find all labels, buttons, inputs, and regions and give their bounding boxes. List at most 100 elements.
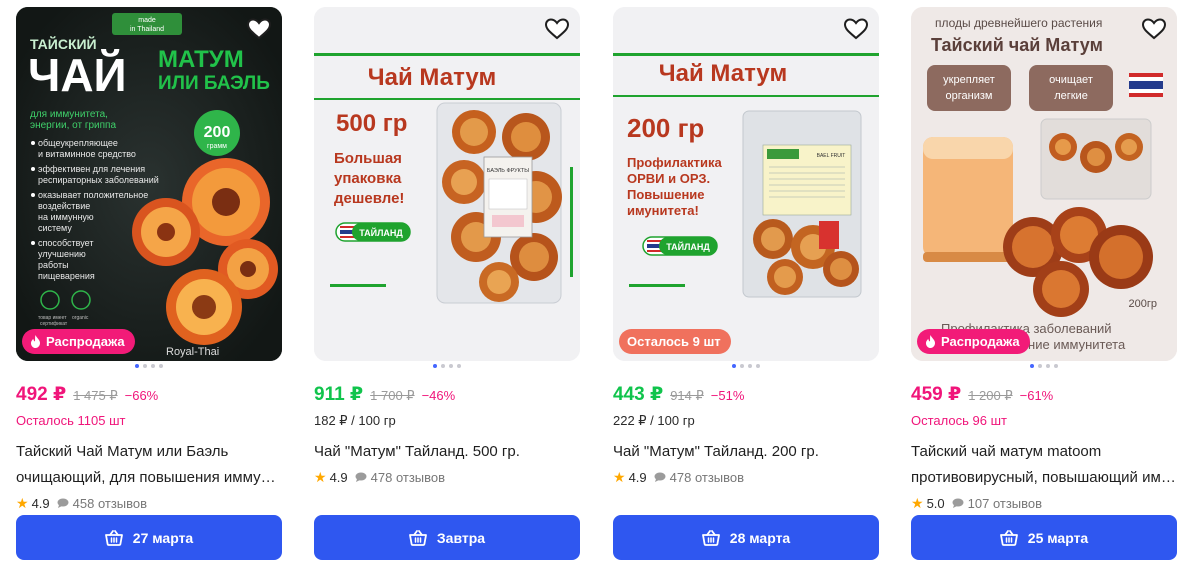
delivery-date: 27 марта	[132, 529, 194, 546]
discount: −66%	[124, 388, 159, 403]
product-photo: Чай Матум 200 гр Профилактика ОРВИ и ОРЗ…	[613, 7, 879, 361]
image-weight: 500 гр	[336, 110, 407, 137]
svg-text:способствует: способствует	[38, 238, 93, 248]
svg-text:ОРВИ и ОРЗ.: ОРВИ и ОРЗ.	[627, 171, 710, 186]
delivery-date: 25 марта	[1027, 529, 1089, 546]
product-title[interactable]: Чай "Матум" Тайланд. 200 гр.	[613, 439, 879, 465]
image-big: ЧАЙ	[28, 49, 127, 101]
product-title[interactable]: Тайский Чай Матум или Баэль очищающий, д…	[16, 439, 282, 491]
product-card[interactable]: Чай Матум 200 гр Профилактика ОРВИ и ОРЗ…	[613, 7, 879, 563]
price-row: 459 ₽ 1 200 ₽ −61%	[911, 383, 1177, 405]
image-carousel-dots[interactable]	[911, 364, 1177, 370]
old-price: 1 200 ₽	[968, 388, 1013, 403]
svg-text:для иммунитета,: для иммунитета,	[30, 109, 108, 120]
reviews-count[interactable]: 458 отзывов	[73, 496, 147, 511]
add-to-cart-button[interactable]: 28 марта	[613, 515, 879, 560]
svg-text:200гр: 200гр	[1129, 298, 1157, 310]
basket-icon	[409, 529, 427, 546]
brand-text: Royal-Thai	[166, 346, 219, 358]
svg-text:и витаминное средство: и витаминное средство	[38, 149, 136, 159]
svg-text:общеукрепляющее: общеукрепляющее	[38, 138, 118, 148]
basket-icon	[701, 529, 720, 546]
sale-badge: Распродажа	[22, 329, 135, 354]
discount: −51%	[710, 388, 745, 403]
product-photo: плоды древнейшего растения Тайский чай М…	[911, 7, 1177, 361]
product-image[interactable]: Чай Матум 500 гр Большая упаковка дешевл…	[314, 7, 580, 361]
reviews-count[interactable]: 107 отзывов	[968, 496, 1042, 511]
image-carousel-dots[interactable]	[314, 364, 580, 370]
reviews-count[interactable]: 478 отзывов	[670, 470, 744, 485]
favorite-heart-icon[interactable]	[843, 17, 869, 41]
svg-text:Повышение: Повышение	[627, 187, 705, 202]
product-card[interactable]: Чай Матум 500 гр Большая упаковка дешевл…	[314, 7, 580, 563]
product-image[interactable]: плоды древнейшего растения Тайский чай М…	[911, 7, 1177, 361]
badge-label: Осталось 9 шт	[627, 334, 721, 349]
star-icon: ★	[314, 468, 327, 485]
rating-row: ★ 4.9 458 отзывов	[16, 493, 282, 513]
add-to-cart-button[interactable]: 25 марта	[911, 515, 1177, 560]
unit-price: 182 ₽ / 100 гр	[314, 413, 396, 428]
product-title[interactable]: Чай "Матум" Тайланд. 500 гр.	[314, 439, 580, 465]
reviews-count[interactable]: 478 отзывов	[371, 470, 445, 485]
image-green1: МАТУМ	[158, 46, 244, 73]
rating-value: 4.9	[31, 495, 50, 511]
svg-text:оказывает положительное: оказывает положительное	[38, 190, 148, 200]
svg-text:организм: организм	[946, 90, 993, 102]
product-card[interactable]: made in Thailand ТАЙСКИЙ ЧАЙ МАТУМ ИЛИ Б…	[16, 7, 282, 563]
product-image[interactable]: made in Thailand ТАЙСКИЙ ЧАЙ МАТУМ ИЛИ Б…	[16, 7, 282, 361]
comment-icon	[654, 472, 666, 482]
unit-price: 222 ₽ / 100 гр	[613, 413, 695, 428]
image-carousel-dots[interactable]	[613, 364, 879, 370]
comment-icon	[952, 498, 964, 508]
svg-text:дешевле!: дешевле!	[334, 190, 404, 207]
basket-icon	[999, 529, 1018, 546]
current-price: 443 ₽	[613, 384, 664, 405]
product-photo: made in Thailand ТАЙСКИЙ ЧАЙ МАТУМ ИЛИ Б…	[16, 7, 282, 361]
star-icon: ★	[911, 494, 924, 511]
favorite-heart-icon[interactable]	[246, 17, 272, 41]
svg-text:легкие: легкие	[1054, 90, 1088, 102]
product-card[interactable]: плоды древнейшего растения Тайский чай М…	[911, 7, 1177, 563]
image-header: Чай Матум	[368, 64, 496, 91]
add-to-cart-button[interactable]: Завтра	[314, 515, 580, 560]
product-grid: made in Thailand ТАЙСКИЙ ЧАЙ МАТУМ ИЛИ Б…	[0, 0, 1200, 571]
made-in-text: made	[138, 17, 156, 24]
stock-badge: Осталось 9 шт	[619, 329, 731, 354]
add-to-cart-button[interactable]: 27 марта	[16, 515, 282, 560]
sale-badge: Распродажа	[917, 329, 1030, 354]
badge-label: Распродажа	[46, 334, 125, 349]
image-green2: ИЛИ БАЭЛЬ	[158, 73, 270, 94]
svg-text:Большая: Большая	[334, 150, 402, 167]
svg-text:имунитета!: имунитета!	[627, 203, 699, 218]
svg-text:улучшению: улучшению	[38, 249, 86, 259]
price-row: 911 ₽ 1 700 ₽ −46%	[314, 383, 580, 405]
svg-text:in Thailand: in Thailand	[130, 26, 164, 33]
svg-text:энергии, от гриппа: энергии, от гриппа	[30, 120, 116, 131]
product-image[interactable]: Чай Матум 200 гр Профилактика ОРВИ и ОРЗ…	[613, 7, 879, 361]
old-price: 914 ₽	[670, 388, 704, 403]
old-price: 1 700 ₽	[370, 388, 415, 403]
rating-value: 4.9	[329, 469, 348, 485]
favorite-heart-icon[interactable]	[1141, 17, 1167, 41]
favorite-heart-icon[interactable]	[544, 17, 570, 41]
svg-text:organic: organic	[72, 315, 89, 321]
basket-icon	[104, 529, 123, 546]
svg-text:упаковка: упаковка	[334, 170, 402, 187]
price-row: 443 ₽ 914 ₽ −51%	[613, 383, 879, 405]
rating-row: ★ 4.9 478 отзывов	[314, 467, 580, 487]
svg-text:очищает: очищает	[1049, 74, 1093, 86]
image-carousel-dots[interactable]	[16, 364, 282, 370]
product-title[interactable]: Тайский чай матум matoom противовирусный…	[911, 439, 1177, 491]
discount: −46%	[421, 388, 456, 403]
rating-value: 4.9	[628, 469, 647, 485]
image-title: Тайский чай Матум	[931, 35, 1103, 55]
svg-text:на иммунную: на иммунную	[38, 212, 94, 222]
image-top: плоды древнейшего растения	[935, 16, 1102, 30]
product-photo: Чай Матум 500 гр Большая упаковка дешевл…	[314, 7, 580, 361]
svg-text:ТАЙЛАНД: ТАЙЛАНД	[666, 241, 710, 252]
svg-text:воздействие: воздействие	[38, 201, 90, 211]
star-icon: ★	[16, 494, 29, 511]
svg-text:систему: систему	[38, 223, 72, 233]
svg-text:работы: работы	[38, 260, 69, 270]
svg-text:Профилактика: Профилактика	[627, 155, 722, 170]
